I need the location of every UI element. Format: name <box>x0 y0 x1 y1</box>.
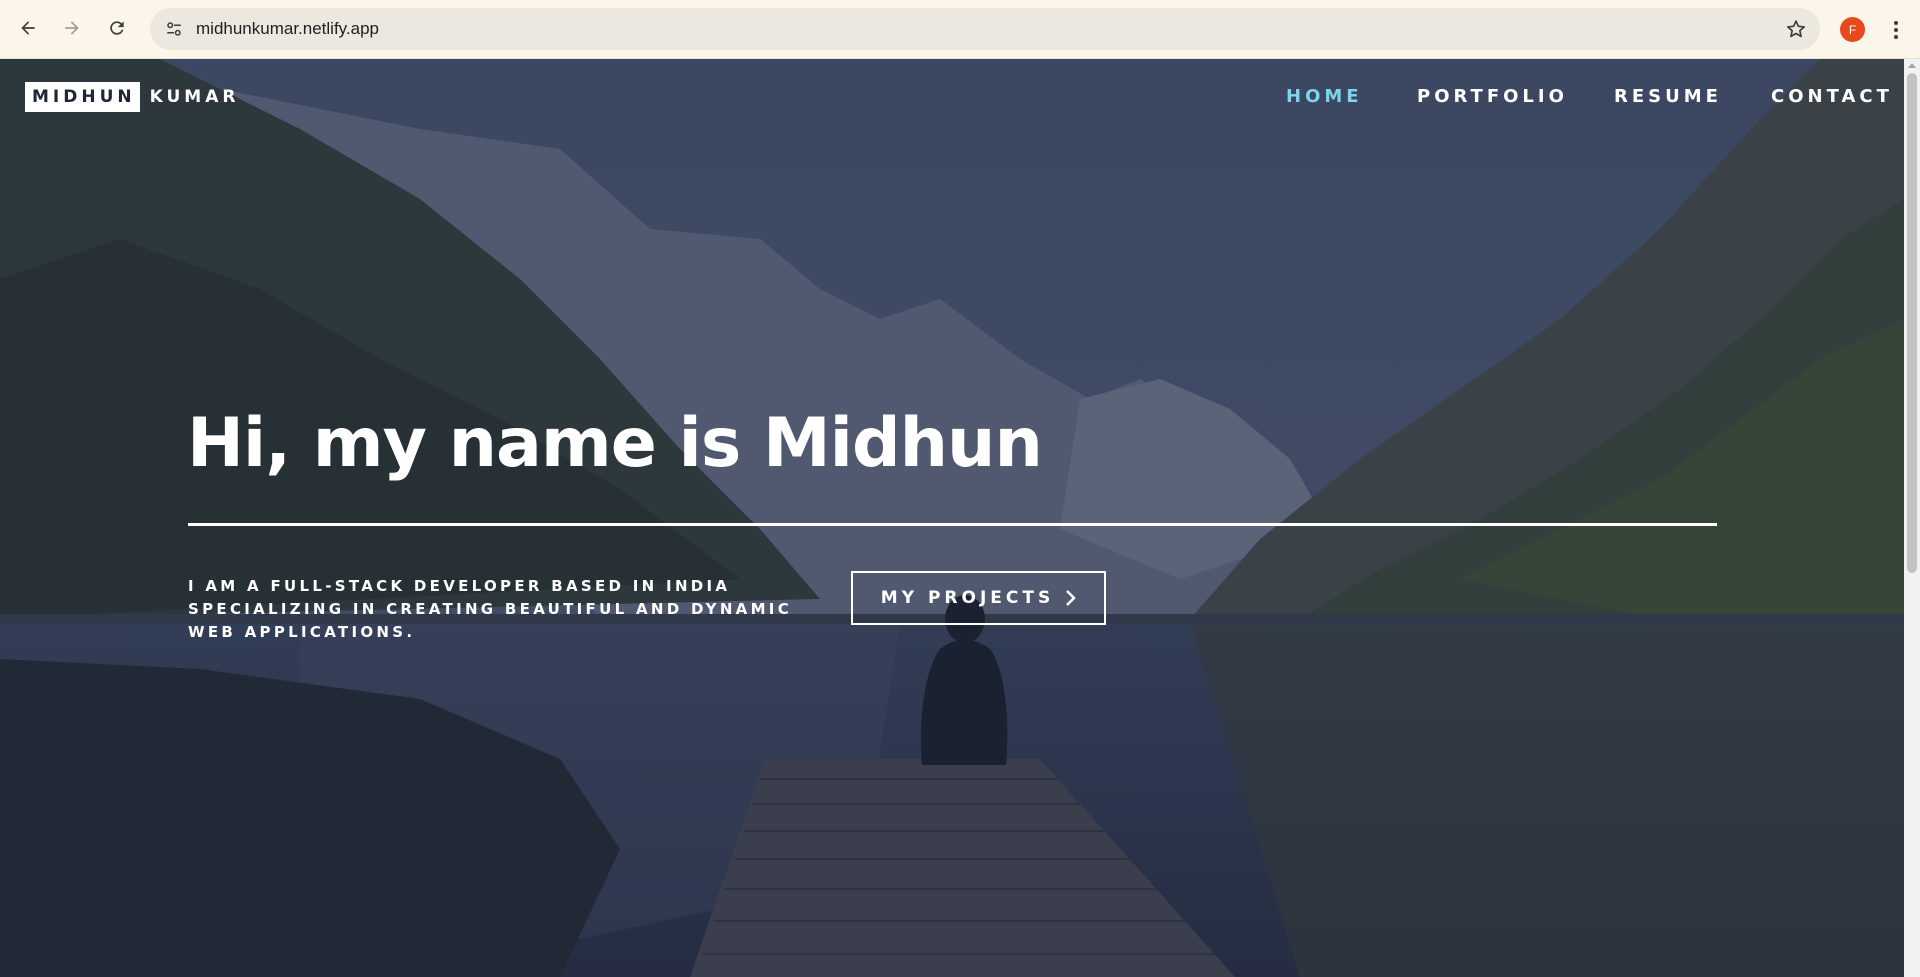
reload-icon <box>110 21 124 35</box>
hero-section: MIDHUN KUMAR HOME PORTFOLIO RESUME CONTA… <box>0 59 1904 977</box>
hero-tagline: I AM A FULL-STACK DEVELOPER BASED IN IND… <box>188 577 792 641</box>
scroll-up-arrow-icon[interactable] <box>1908 63 1916 68</box>
reload-button[interactable] <box>101 12 133 44</box>
my-projects-button[interactable]: MY PROJECTS <box>851 571 1106 625</box>
browser-menu-icon[interactable] <box>1884 16 1908 44</box>
bookmark-star-icon[interactable] <box>1784 17 1808 41</box>
back-button[interactable] <box>12 12 44 44</box>
browser-toolbar: midhunkumar.netlify.app F <box>0 0 1920 59</box>
my-projects-label: MY PROJECTS <box>880 588 1055 608</box>
url-text[interactable]: midhunkumar.netlify.app <box>196 19 379 39</box>
page-scrollbar[interactable] <box>1904 59 1920 977</box>
chevron-right-icon <box>1064 589 1076 607</box>
site-nav: HOME PORTFOLIO RESUME CONTACT <box>0 86 1904 116</box>
site-info-icon[interactable] <box>162 17 186 41</box>
nav-home[interactable]: HOME <box>1286 86 1363 107</box>
hero-background-image <box>0 59 1904 977</box>
hero-headline: Hi, my name is Midhun <box>187 404 1043 483</box>
nav-portfolio[interactable]: PORTFOLIO <box>1417 86 1568 107</box>
profile-avatar[interactable]: F <box>1840 17 1865 42</box>
scrollbar-thumb[interactable] <box>1907 73 1917 573</box>
arrow-left-icon <box>21 21 35 35</box>
nav-resume[interactable]: RESUME <box>1614 86 1722 107</box>
forward-button[interactable] <box>56 12 88 44</box>
arrow-right-icon <box>65 21 79 35</box>
hero-divider <box>188 523 1717 526</box>
nav-contact[interactable]: CONTACT <box>1771 86 1893 107</box>
address-bar[interactable]: midhunkumar.netlify.app <box>150 8 1820 50</box>
